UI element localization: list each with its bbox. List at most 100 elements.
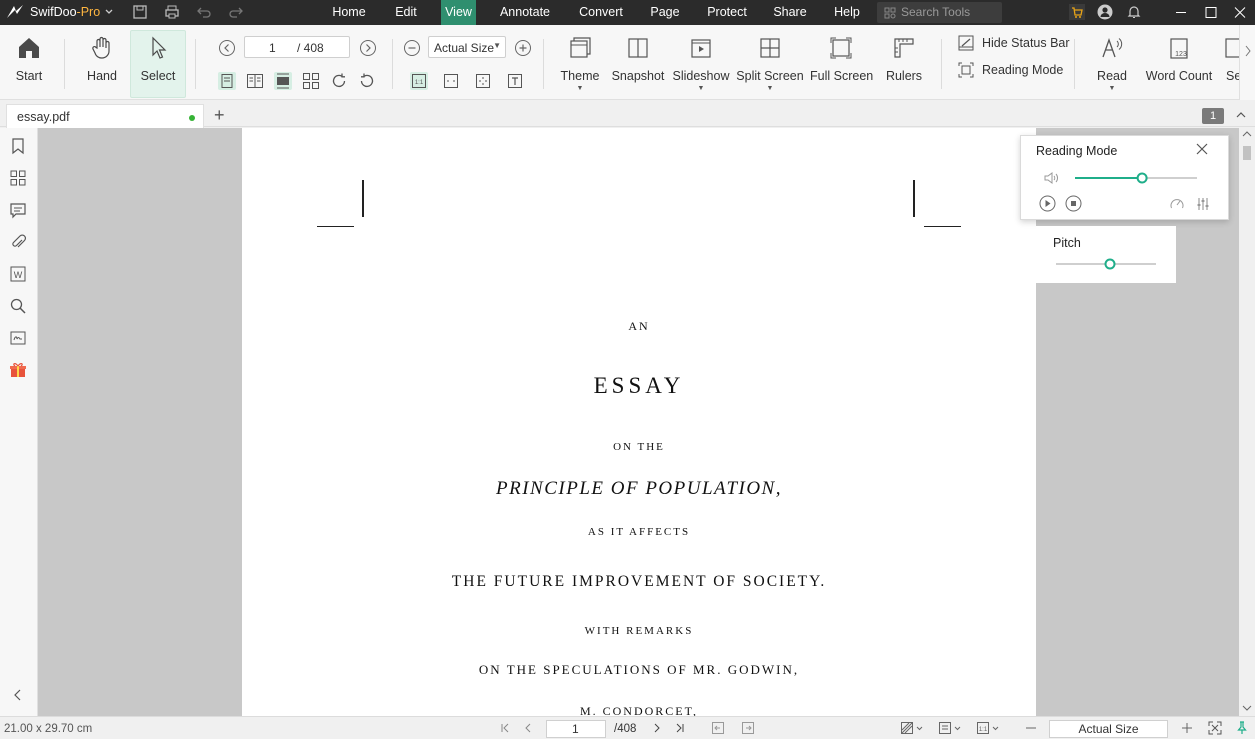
zoom-in-icon[interactable] [514, 39, 532, 57]
actual-size-icon[interactable]: 1:1 [410, 72, 428, 90]
voice-settings-icon[interactable] [1195, 196, 1211, 212]
attachment-icon[interactable] [9, 233, 27, 251]
ribbon-scroll-right[interactable] [1239, 25, 1255, 100]
background-theme-icon[interactable] [900, 721, 926, 735]
menu-page[interactable]: Page [644, 0, 686, 25]
maximize-window-icon[interactable] [1196, 0, 1226, 25]
fit-window-icon[interactable] [1208, 721, 1222, 735]
status-zoom-select[interactable]: Actual Size [1049, 720, 1168, 738]
account-icon[interactable] [1097, 4, 1113, 20]
menu-help[interactable]: Help [828, 0, 866, 25]
close-window-icon[interactable] [1225, 0, 1255, 25]
speed-icon[interactable] [1169, 196, 1185, 212]
status-zoom-out-icon[interactable] [1024, 721, 1038, 735]
print-icon[interactable] [164, 4, 180, 20]
menu-home[interactable]: Home [326, 0, 372, 25]
theme-icon [570, 37, 591, 58]
volume-slider-handle[interactable] [1136, 172, 1148, 184]
status-zoom-in-icon[interactable] [1180, 721, 1194, 735]
signature-icon[interactable] [9, 329, 27, 347]
hide-status-bar-button[interactable]: Hide Status Bar [958, 35, 1070, 51]
pitch-slider[interactable] [1050, 257, 1162, 271]
next-page-status-icon[interactable] [650, 721, 664, 735]
redo-icon[interactable] [228, 4, 244, 20]
ribbon-separator [543, 39, 544, 89]
notification-bell-icon[interactable] [1126, 4, 1142, 20]
cart-icon[interactable] [1069, 4, 1085, 20]
app-menu-dropdown-icon[interactable] [104, 4, 114, 18]
menu-edit[interactable]: Edit [388, 0, 424, 25]
split-screen-button[interactable]: Split Screen ▼ [736, 31, 804, 97]
minimize-window-icon[interactable] [1166, 0, 1196, 25]
menu-annotate[interactable]: Annotate [494, 0, 556, 25]
play-icon[interactable] [1039, 195, 1056, 212]
menu-protect[interactable]: Protect [701, 0, 753, 25]
menu-convert[interactable]: Convert [573, 0, 629, 25]
menu-share[interactable]: Share [768, 0, 812, 25]
page-number-input[interactable]: 1 / 408 [244, 36, 350, 58]
new-tab-button[interactable]: + [214, 105, 225, 126]
two-page-continuous-view-icon[interactable] [302, 72, 320, 90]
bookmark-icon[interactable] [9, 137, 27, 155]
search-tools-input[interactable]: Search Tools [877, 2, 1002, 23]
document-tab[interactable]: essay.pdf [6, 104, 204, 128]
scroll-down-icon[interactable] [1239, 702, 1255, 714]
snapshot-button[interactable]: Snapshot [610, 31, 666, 97]
vertical-scrollbar[interactable] [1239, 128, 1255, 716]
zoom-level-select[interactable]: Actual Size ▼ [428, 36, 506, 58]
gift-icon[interactable] [9, 361, 27, 379]
page-layout-status-icon[interactable] [938, 721, 964, 735]
continuous-scroll-view-icon[interactable] [274, 72, 292, 90]
save-icon[interactable] [132, 4, 148, 20]
undo-icon[interactable] [196, 4, 212, 20]
next-view-icon[interactable] [741, 721, 755, 735]
pitch-slider-handle[interactable] [1104, 258, 1116, 270]
rotate-counterclockwise-icon[interactable] [358, 72, 376, 90]
next-page-icon[interactable] [359, 39, 377, 57]
thumbnails-icon[interactable] [9, 169, 27, 187]
single-page-view-icon[interactable] [218, 72, 236, 90]
zoom-mode-status-icon[interactable]: 1:1 [976, 721, 1002, 735]
fit-width-icon[interactable] [442, 72, 460, 90]
scroll-thumb[interactable] [1243, 146, 1251, 160]
start-button[interactable]: Start [6, 31, 52, 97]
read-aloud-button[interactable]: Read ▼ [1092, 31, 1132, 97]
zoom-out-icon[interactable] [403, 39, 421, 57]
crop-mark [913, 180, 915, 217]
search-icon[interactable] [9, 297, 27, 315]
fit-text-icon[interactable] [506, 72, 524, 90]
select-tool-button[interactable]: Select [130, 30, 186, 98]
cursor-arrow-icon [152, 36, 167, 59]
split-screen-label: Split Screen [736, 69, 804, 83]
status-page-input[interactable]: 1 [546, 720, 606, 738]
fit-page-icon[interactable] [474, 72, 492, 90]
previous-page-icon[interactable] [218, 39, 236, 57]
volume-slider[interactable] [1069, 171, 1203, 185]
stop-icon[interactable] [1065, 195, 1082, 212]
word-export-icon[interactable]: W [9, 265, 27, 283]
hand-label: Hand [87, 69, 117, 83]
slideshow-button[interactable]: Slideshow ▼ [672, 31, 730, 97]
settings-button-partial[interactable]: Se [1220, 31, 1240, 97]
comments-icon[interactable] [9, 201, 27, 219]
reading-mode-button[interactable]: Reading Mode [958, 62, 1063, 78]
last-page-icon[interactable] [673, 721, 687, 735]
two-page-view-icon[interactable] [246, 72, 264, 90]
title-line-essay: ESSAY [593, 373, 685, 398]
word-count-button[interactable]: 123 Word Count [1142, 31, 1216, 97]
rulers-button[interactable]: Rulers [882, 31, 926, 97]
document-tab-label: essay.pdf [17, 110, 70, 124]
pin-icon[interactable] [1235, 721, 1249, 735]
previous-view-icon[interactable] [711, 721, 725, 735]
scroll-up-icon[interactable] [1239, 128, 1255, 140]
collapse-sidebar-icon[interactable] [9, 686, 27, 704]
close-panel-icon[interactable] [1195, 142, 1209, 156]
rotate-clockwise-icon[interactable] [330, 72, 348, 90]
full-screen-button[interactable]: Full Screen [810, 31, 873, 97]
first-page-icon[interactable] [498, 721, 512, 735]
hand-tool-button[interactable]: Hand [79, 31, 125, 97]
collapse-ribbon-icon[interactable] [1235, 110, 1247, 120]
previous-page-status-icon[interactable] [521, 721, 535, 735]
menu-view[interactable]: View [441, 0, 476, 25]
theme-button[interactable]: Theme ▼ [556, 31, 604, 97]
